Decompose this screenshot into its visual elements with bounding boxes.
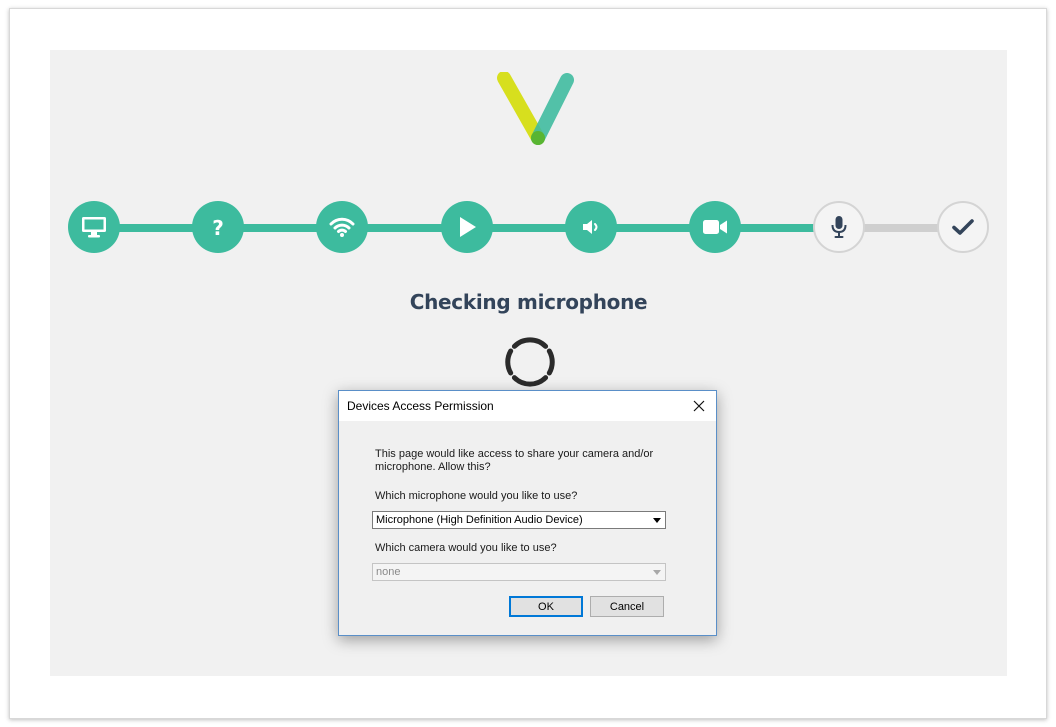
camera-select-value: none — [376, 566, 401, 578]
step-monitor — [68, 201, 120, 253]
wifi-icon — [329, 217, 355, 237]
svg-text:?: ? — [212, 216, 224, 239]
microphone-select-value: Microphone (High Definition Audio Device… — [376, 514, 583, 526]
play-icon — [460, 217, 476, 237]
monitor-icon — [82, 217, 106, 238]
step-wifi — [316, 201, 368, 253]
close-icon — [693, 400, 705, 412]
loading-spinner-icon — [505, 337, 555, 387]
speaker-icon — [583, 220, 598, 234]
checkmark-icon — [952, 219, 974, 235]
cancel-button[interactable]: Cancel — [590, 596, 664, 617]
dialog-titlebar[interactable]: Devices Access Permission — [339, 391, 716, 421]
page-title: Checking microphone — [409, 290, 648, 314]
ok-button[interactable]: OK — [509, 596, 583, 617]
progress-steps: ? — [50, 200, 1007, 254]
dialog-close-button[interactable] — [690, 397, 708, 415]
step-complete — [937, 201, 989, 253]
chevron-down-icon[interactable] — [649, 512, 665, 528]
step-video-camera — [689, 201, 741, 253]
step-speaker — [565, 201, 617, 253]
camera-label: Which camera would you like to use? — [375, 542, 557, 554]
step-microphone — [813, 201, 865, 253]
dialog-title: Devices Access Permission — [347, 399, 494, 413]
step-question: ? — [192, 201, 244, 253]
microphone-select[interactable]: Microphone (High Definition Audio Device… — [372, 511, 666, 529]
video-camera-icon — [703, 220, 727, 234]
dialog-message: This page would like access to share you… — [375, 448, 654, 473]
step-play — [441, 201, 493, 253]
microphone-icon — [831, 216, 847, 238]
brand-logo — [497, 72, 574, 145]
camera-select[interactable]: none — [372, 563, 666, 581]
chevron-down-icon — [649, 564, 665, 580]
microphone-label: Which microphone would you like to use? — [375, 490, 578, 502]
question-icon: ? — [212, 216, 224, 239]
permission-dialog: Devices Access Permission This page woul… — [338, 390, 717, 636]
